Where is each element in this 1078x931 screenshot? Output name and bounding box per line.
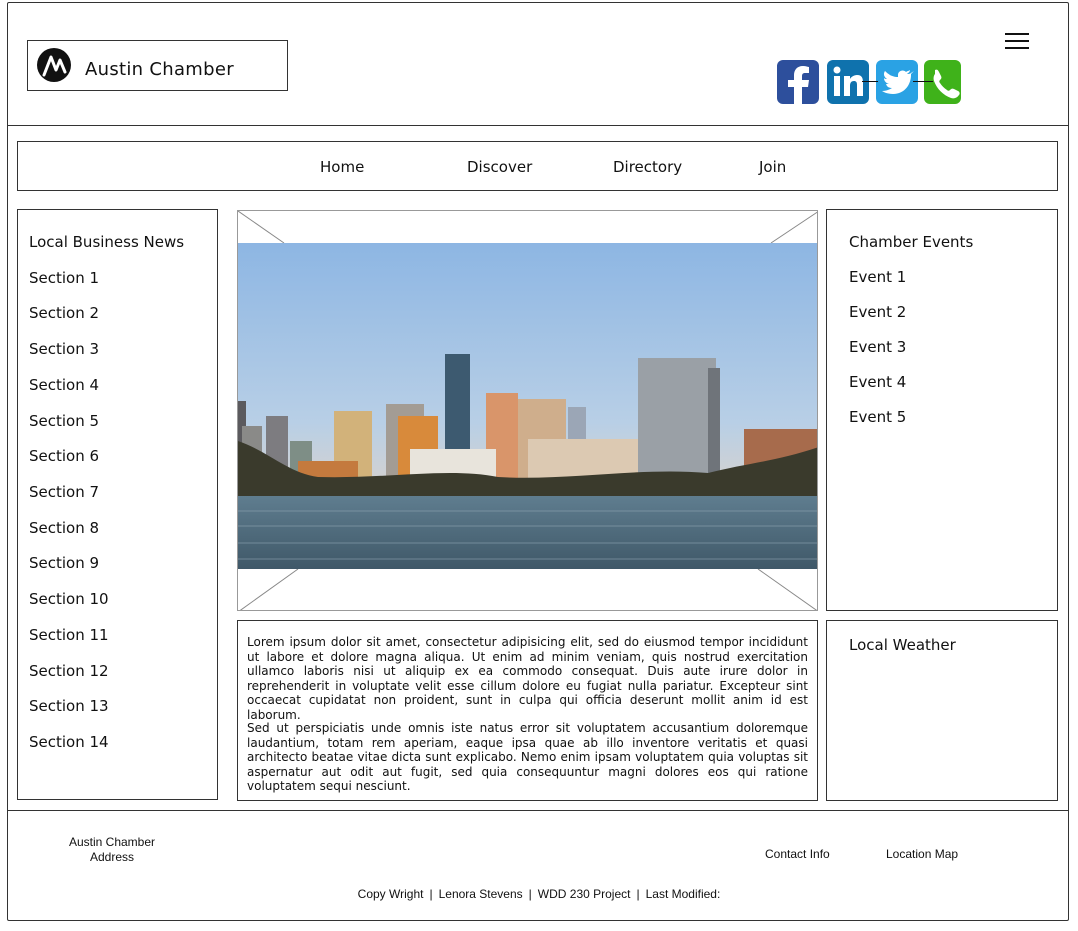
contact-info-link[interactable]: Contact Info (765, 847, 830, 861)
address-line: Austin Chamber (68, 835, 156, 849)
twitter-icon[interactable] (876, 60, 918, 104)
location-map-link[interactable]: Location Map (886, 847, 958, 861)
weather-heading: Local Weather (849, 636, 956, 654)
last-modified: Last Modified: (645, 887, 721, 901)
project-name: WDD 230 Project (537, 887, 631, 901)
sidebar-item-section-10[interactable]: Section 10 (29, 590, 109, 608)
chamber-events-panel: Chamber Events Event 1 Event 2 Event 3 E… (826, 209, 1058, 611)
footer-divider (7, 810, 1069, 811)
linkedin-icon[interactable] (827, 60, 869, 104)
facebook-icon[interactable] (777, 60, 819, 104)
sidebar-item-section-4[interactable]: Section 4 (29, 376, 99, 394)
nav-discover[interactable]: Discover (467, 158, 532, 176)
sidebar-item-section-3[interactable]: Section 3 (29, 340, 99, 358)
sidebar-item-section-5[interactable]: Section 5 (29, 412, 99, 430)
sidebar-item-section-2[interactable]: Section 2 (29, 304, 99, 322)
nav-directory[interactable]: Directory (613, 158, 682, 176)
sidebar-heading: Local Business News (29, 233, 185, 251)
site-logo[interactable]: Austin Chamber (27, 40, 288, 91)
events-heading: Chamber Events (849, 233, 974, 251)
business-news-sidebar: Local Business News Section 1 Section 2 … (17, 209, 218, 800)
hamburger-menu-icon[interactable] (1005, 28, 1029, 54)
local-weather-panel: Local Weather (826, 620, 1058, 801)
author-name: Lenora Stevens (438, 887, 523, 901)
sidebar-item-section-13[interactable]: Section 13 (29, 697, 109, 715)
sidebar-item-section-14[interactable]: Section 14 (29, 733, 109, 751)
site-title: Austin Chamber (85, 59, 234, 80)
social-connector (913, 81, 933, 82)
nav-home[interactable]: Home (320, 158, 364, 176)
phone-icon[interactable] (924, 60, 966, 104)
sidebar-item-section-9[interactable]: Section 9 (29, 554, 99, 572)
sidebar-item-section-6[interactable]: Section 6 (29, 447, 99, 465)
copyright-text: Copy Wright (357, 887, 424, 901)
chamber-logo-icon (37, 48, 71, 82)
main-nav: Home Discover Directory Join (17, 141, 1058, 191)
event-item-2[interactable]: Event 2 (849, 303, 906, 321)
article-paragraph: Lorem ipsum dolor sit amet, consectetur … (247, 635, 808, 722)
austin-skyline-image (237, 210, 818, 611)
event-item-4[interactable]: Event 4 (849, 373, 906, 391)
sidebar-item-section-12[interactable]: Section 12 (29, 662, 109, 680)
social-connector (862, 81, 878, 82)
address-line: Address (89, 850, 135, 864)
sidebar-item-section-8[interactable]: Section 8 (29, 519, 99, 537)
sidebar-item-section-11[interactable]: Section 11 (29, 626, 109, 644)
copyright-line: Copy Wright | Lenora Stevens | WDD 230 Proje… (357, 887, 721, 901)
nav-join[interactable]: Join (759, 158, 786, 176)
article-paragraph: Sed ut perspiciatis unde omnis iste natu… (247, 721, 808, 794)
article-text: Lorem ipsum dolor sit amet, consectetur … (237, 620, 818, 801)
footer-address: Austin Chamber Address (52, 835, 172, 865)
event-item-1[interactable]: Event 1 (849, 268, 906, 286)
sidebar-item-section-1[interactable]: Section 1 (29, 269, 99, 287)
event-item-5[interactable]: Event 5 (849, 408, 906, 426)
event-item-3[interactable]: Event 3 (849, 338, 906, 356)
header-divider (7, 125, 1069, 126)
sidebar-item-section-7[interactable]: Section 7 (29, 483, 99, 501)
